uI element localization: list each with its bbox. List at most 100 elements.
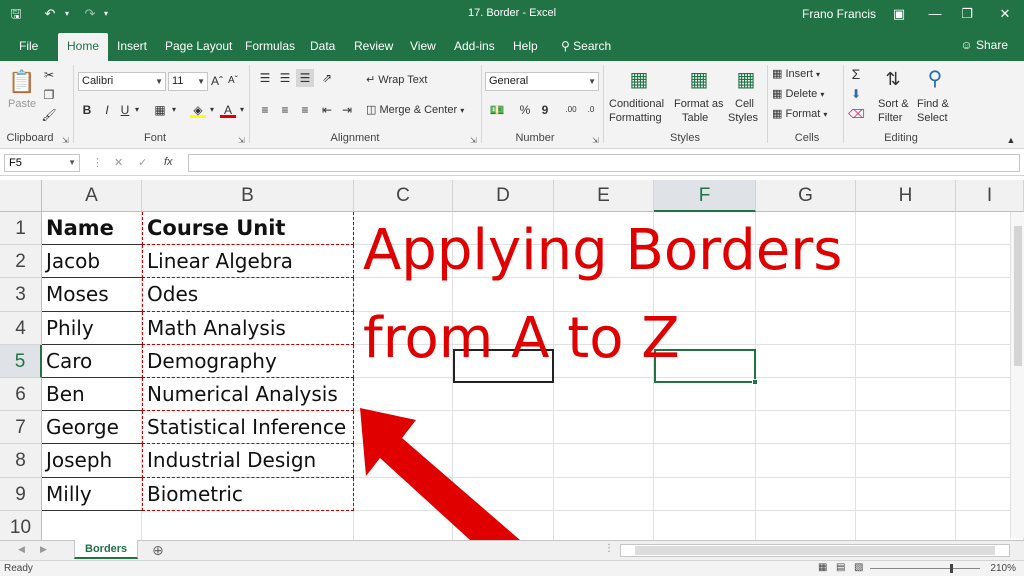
align-middle-icon[interactable]: ☰ bbox=[276, 69, 294, 87]
table-cell[interactable]: Milly bbox=[42, 478, 142, 511]
close-icon[interactable]: ✕ bbox=[990, 4, 1020, 24]
find-select-button[interactable]: Find & Select bbox=[917, 98, 949, 124]
fill-dropdown-icon[interactable]: ▾ bbox=[207, 101, 217, 119]
tab-page-layout[interactable]: Page Layout bbox=[156, 33, 241, 61]
fill-down-icon[interactable]: ⬇ bbox=[848, 85, 864, 103]
table-cell[interactable]: Jacob bbox=[42, 245, 142, 279]
paste-label[interactable]: Paste bbox=[8, 98, 36, 110]
user-name[interactable]: Frano Francis bbox=[802, 7, 876, 21]
worksheet-grid[interactable]: ABCDEFGHI 1 2 3 4 5 6 7 8 9 10 Name Course Unit Jac… bbox=[0, 180, 1024, 540]
zoom-slider-knob[interactable] bbox=[950, 564, 953, 573]
formula-input[interactable] bbox=[188, 154, 1020, 172]
merge-center-button[interactable]: ◫ Merge & Center ▾ bbox=[366, 103, 464, 116]
vertical-scrollbar[interactable] bbox=[1010, 212, 1024, 538]
column-header-d[interactable]: D bbox=[453, 180, 554, 212]
increase-decimal-button[interactable]: .00 bbox=[562, 101, 580, 119]
format-as-table-button[interactable]: Format as Table bbox=[674, 98, 724, 124]
row-header-2[interactable]: 2 bbox=[0, 245, 42, 279]
row-header-6[interactable]: 6 bbox=[0, 378, 42, 412]
page-break-view-icon[interactable]: ▧ bbox=[854, 562, 863, 573]
collapse-ribbon-icon[interactable]: ▲ bbox=[1004, 131, 1018, 149]
horizontal-scroll-thumb[interactable] bbox=[635, 546, 995, 555]
borders-icon[interactable]: ▦ bbox=[152, 101, 168, 119]
orientation-icon[interactable]: ⇗ bbox=[318, 69, 336, 87]
align-right-icon[interactable]: ≡ bbox=[296, 101, 314, 119]
decrease-decimal-button[interactable]: .0 bbox=[582, 101, 600, 119]
conditional-formatting-button[interactable]: Conditional Formatting bbox=[609, 98, 664, 124]
font-size-select[interactable]: 11 ▼ bbox=[168, 72, 208, 91]
table-cell[interactable]: George bbox=[42, 411, 142, 445]
format-painter-icon[interactable]: 🖌 bbox=[40, 106, 58, 124]
column-header-i[interactable]: I bbox=[956, 180, 1024, 212]
table-cell[interactable]: Statistical Inference bbox=[142, 411, 354, 445]
clipboard-launcher-icon[interactable]: ⇲ bbox=[62, 136, 69, 145]
clear-icon[interactable]: ⌫ bbox=[848, 105, 865, 123]
zoom-slider[interactable] bbox=[870, 564, 980, 573]
wrap-text-button[interactable]: ↵ Wrap Text bbox=[366, 73, 427, 86]
row-header-4[interactable]: 4 bbox=[0, 311, 42, 345]
align-center-icon[interactable]: ≡ bbox=[276, 101, 294, 119]
underline-button[interactable]: U bbox=[118, 101, 132, 119]
sheet-tab-borders[interactable]: Borders bbox=[74, 540, 139, 559]
column-header-h[interactable]: H bbox=[856, 180, 956, 212]
column-header-e[interactable]: E bbox=[554, 180, 654, 212]
align-top-icon[interactable]: ☰ bbox=[256, 69, 274, 87]
page-layout-view-icon[interactable]: ▤ bbox=[836, 562, 845, 573]
new-sheet-icon[interactable]: ⊕ bbox=[152, 542, 164, 559]
font-family-select[interactable]: Calibri ▼ bbox=[78, 72, 166, 91]
table-cell[interactable]: Math Analysis bbox=[142, 311, 354, 345]
tab-help[interactable]: Help bbox=[504, 33, 547, 61]
table-cell[interactable]: Linear Algebra bbox=[142, 245, 354, 279]
table-cell[interactable]: Biometric bbox=[142, 477, 354, 511]
tab-home[interactable]: Home bbox=[58, 33, 109, 61]
italic-button[interactable]: I bbox=[100, 101, 114, 119]
column-header-c[interactable]: C bbox=[354, 180, 453, 212]
font-color-button[interactable]: A bbox=[220, 101, 236, 118]
tab-review[interactable]: Review bbox=[345, 33, 402, 61]
horizontal-scrollbar[interactable] bbox=[620, 544, 1010, 557]
table-cell[interactable]: Demography bbox=[142, 344, 354, 378]
table-cell[interactable]: Numerical Analysis bbox=[142, 378, 354, 412]
table-cell[interactable]: Ben bbox=[42, 378, 142, 412]
more-options-icon[interactable]: ⋮ bbox=[92, 156, 103, 169]
column-header-a[interactable]: A bbox=[42, 180, 142, 212]
select-all-button[interactable] bbox=[0, 180, 42, 212]
tab-split-handle-icon[interactable]: ⋮ bbox=[604, 543, 614, 554]
tab-formulas[interactable]: Formulas bbox=[236, 33, 304, 61]
alignment-launcher-icon[interactable]: ⇲ bbox=[470, 136, 477, 145]
tab-add-ins[interactable]: Add-ins bbox=[445, 33, 504, 61]
tab-data[interactable]: Data bbox=[301, 33, 344, 61]
delete-cells-button[interactable]: ▦ Delete ▾ bbox=[772, 87, 824, 100]
borders-dropdown-icon[interactable]: ▾ bbox=[169, 101, 179, 119]
insert-cells-button[interactable]: ▦ Insert ▾ bbox=[772, 67, 820, 80]
table-cell[interactable]: Joseph bbox=[42, 444, 142, 478]
normal-view-icon[interactable]: ▦ bbox=[818, 562, 827, 573]
prev-sheet-icon[interactable]: ◀ bbox=[18, 544, 25, 555]
column-header-f[interactable]: F bbox=[654, 180, 756, 212]
sort-filter-button[interactable]: Sort & Filter bbox=[878, 98, 909, 124]
accounting-format-icon[interactable]: 💵 bbox=[488, 101, 506, 119]
tab-view[interactable]: View bbox=[401, 33, 445, 61]
column-header-b[interactable]: B bbox=[142, 180, 354, 212]
tab-file[interactable]: File bbox=[10, 33, 47, 61]
row-header-9[interactable]: 9 bbox=[0, 477, 42, 511]
next-sheet-icon[interactable]: ▶ bbox=[40, 544, 47, 555]
share-button[interactable]: ☺ Share bbox=[960, 38, 1008, 52]
table-header-cell[interactable]: Name bbox=[42, 212, 142, 246]
row-header-1[interactable]: 1 bbox=[0, 212, 42, 246]
restore-icon[interactable]: ❐ bbox=[952, 4, 982, 24]
enter-icon[interactable]: ✓ bbox=[138, 156, 147, 169]
cancel-icon[interactable]: ✕ bbox=[114, 156, 123, 169]
fill-handle[interactable] bbox=[752, 379, 758, 385]
fill-color-icon[interactable]: ◈ bbox=[190, 101, 206, 118]
format-cells-button[interactable]: ▦ Format ▾ bbox=[772, 107, 827, 120]
row-header-7[interactable]: 7 bbox=[0, 411, 42, 445]
row-header-8[interactable]: 8 bbox=[0, 444, 42, 478]
row-header-5[interactable]: 5 bbox=[0, 344, 42, 378]
copy-icon[interactable]: ❐ bbox=[40, 86, 58, 104]
table-cell[interactable]: Moses bbox=[42, 278, 142, 312]
paste-icon[interactable]: 📋 bbox=[8, 67, 35, 97]
minimize-icon[interactable]: — bbox=[920, 4, 950, 24]
zoom-level[interactable]: 210% bbox=[990, 563, 1016, 574]
grow-font-icon[interactable]: Aˆ bbox=[210, 72, 224, 90]
